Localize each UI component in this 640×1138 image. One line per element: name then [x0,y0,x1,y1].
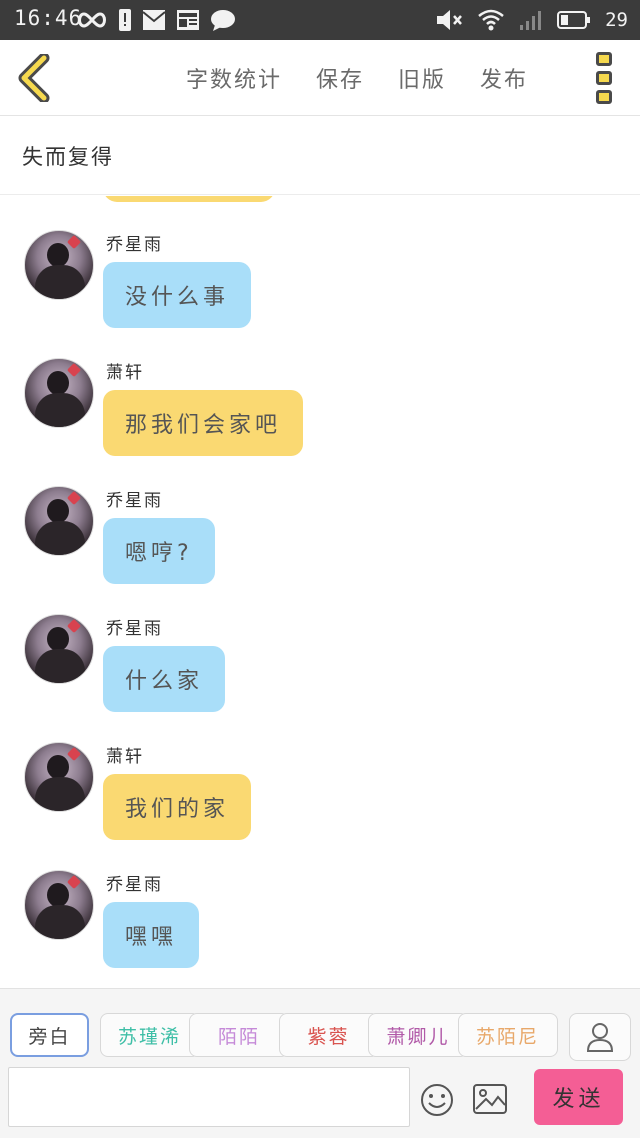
more-dot [596,52,612,66]
status-time: 16:46 [14,6,83,30]
avatar-body [35,393,85,427]
wifi-icon [478,9,504,31]
more-dot [596,71,612,85]
chat-message: 乔星雨 嘿嘿 [0,870,640,988]
battery-icon [557,11,591,29]
role-chip[interactable]: 旁白 [10,1013,89,1057]
role-chip[interactable]: 苏瑾浠 [99,1013,200,1057]
avatar-body [35,521,85,555]
role-selector-strip[interactable]: 旁白 苏瑾浠 陌陌 紫蓉 萧卿儿 苏陌尼 [0,1013,570,1061]
avatar[interactable] [24,358,94,428]
sender-name: 萧轩 [106,363,144,383]
role-chip[interactable]: 萧卿儿 [368,1013,468,1057]
avatar[interactable] [24,870,94,940]
avatar-heart [66,490,82,506]
more-vertical-icon[interactable] [596,52,614,104]
avatar-head [47,755,69,779]
story-title-row[interactable]: 失而复得 [0,117,640,195]
chevron-left-icon [18,52,50,104]
news-icon [177,10,199,30]
status-left-icons [76,8,236,32]
avatar-body [35,649,85,683]
avatar-heart [66,746,82,762]
avatar[interactable] [24,486,94,556]
message-input[interactable] [8,1067,410,1127]
avatar-head [47,627,69,651]
battery-level-text: 29 [605,9,628,31]
mute-icon [437,10,463,30]
chat-bubble-icon [211,10,235,31]
avatar-body [35,905,85,939]
alert-icon [119,9,131,31]
message-bubble[interactable]: 嗯哼? [103,518,215,584]
status-bar: 16:46 29 [0,0,640,40]
chat-message-list[interactable]: 乔星雨 没什么事 萧轩 那我们会家吧 乔星雨 嗯哼? 乔星雨 什么家 萧轩 我们的家 乔星雨 嘿嘿 [0,196,640,988]
smiley-icon [421,1084,453,1116]
message-bubble[interactable]: 那我们会家吧 [103,390,304,456]
avatar[interactable] [24,742,94,812]
publish-button[interactable]: 发布 [480,62,528,94]
avatar-head [47,499,69,523]
person-icon [586,1023,614,1052]
avatar-heart [66,874,82,890]
message-bubble[interactable]: 我们的家 [103,774,252,840]
chat-message: 乔星雨 什么家 [0,614,640,734]
save-button[interactable]: 保存 [316,62,364,94]
word-count-button[interactable]: 字数统计 [186,62,282,94]
avatar[interactable] [24,230,94,300]
avatar-heart [66,234,82,250]
message-bubble[interactable]: 没什么事 [103,262,252,328]
infinity-icon [78,12,106,28]
sender-name: 乔星雨 [106,235,163,255]
role-chip[interactable]: 苏陌尼 [457,1013,558,1057]
composer-panel: 旁白 苏瑾浠 陌陌 紫蓉 萧卿儿 苏陌尼 发送 [0,988,640,1138]
mail-icon [142,10,166,30]
avatar-body [35,265,85,299]
sender-name: 乔星雨 [106,619,163,639]
chat-message: 乔星雨嗯哼? [0,486,640,606]
signal-icon [520,11,542,30]
toolbar-actions: 字数统计 保存 旧版 发布 [186,62,528,94]
image-button[interactable] [472,1083,508,1115]
message-bubble[interactable]: 什么家 [103,646,226,712]
chat-message: 萧轩 我们的家 [0,742,640,862]
message-bubble[interactable]: 嘿嘿 [103,902,200,968]
sender-name: 萧轩 [106,747,144,767]
role-chip[interactable]: 陌陌 [189,1013,289,1057]
avatar-head [47,371,69,395]
status-right-icons: 29 [435,8,628,32]
avatar-body [35,777,85,811]
avatar[interactable] [24,614,94,684]
image-icon [473,1084,507,1114]
more-dot [596,90,612,104]
avatar-heart [66,618,82,634]
editor-toolbar: 字数统计 保存 旧版 发布 [0,40,640,116]
avatar-heart [66,362,82,378]
send-button[interactable]: 发送 [534,1069,623,1125]
story-title: 失而复得 [22,145,114,169]
avatar-head [47,243,69,267]
back-button[interactable] [14,52,56,104]
chat-message: 乔星雨 没什么事 [0,230,640,350]
sender-name: 乔星雨 [106,491,163,511]
old-version-button[interactable]: 旧版 [398,62,446,94]
role-chip[interactable]: 紫蓉 [278,1013,379,1057]
chat-message: 萧轩 那我们会家吧 [0,358,640,478]
role-manager-button[interactable] [569,1013,631,1061]
partial-message-bubble [103,196,275,202]
emoji-button[interactable] [420,1083,454,1117]
sender-name: 乔星雨 [106,875,163,895]
avatar-head [47,883,69,907]
